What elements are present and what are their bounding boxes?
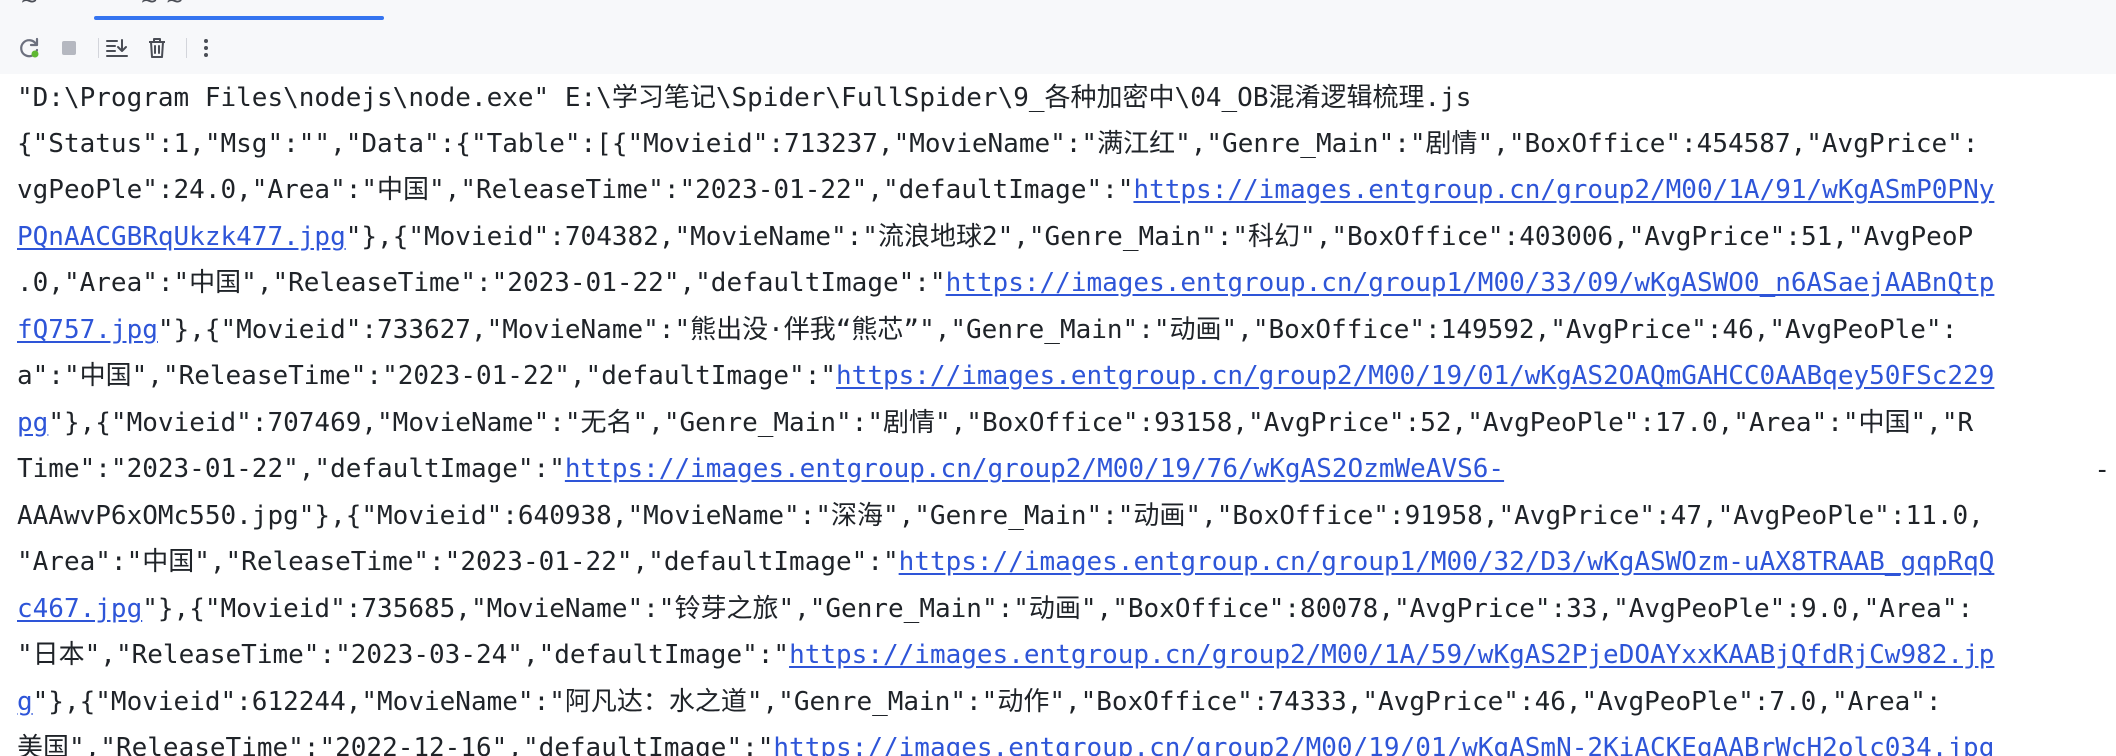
console-line: .0,"Area":"中国","ReleaseTime":"2023-01-22… [17, 268, 1995, 298]
run-toolbar [0, 22, 2116, 74]
rerun-button[interactable] [16, 34, 44, 62]
toolbar-separator [186, 38, 187, 58]
more-vertical-icon [204, 39, 208, 57]
console-link[interactable]: fQ757.jpg [17, 315, 158, 345]
stop-icon [62, 41, 76, 55]
tab-strip: ~ ~ ~ [0, 0, 2116, 22]
rerun-icon [20, 37, 39, 58]
active-tab-indicator [94, 16, 384, 20]
toolbar-separator [98, 38, 99, 58]
console-line: g"},{"Movieid":612244,"MovieName":"阿凡达：水… [17, 687, 1942, 717]
console-link[interactable]: https://images.entgroup.cn/group1/M00/32… [899, 547, 1995, 577]
scroll-to-end-icon [106, 39, 128, 57]
console-line: Time":"2023-01-22","defaultImage":"https… [17, 454, 1505, 484]
console-line: "D:\Program Files\nodejs\node.exe" E:\学习… [17, 83, 1472, 113]
console-line: PQnAACGBRqUkzk477.jpg"},{"Movieid":70438… [17, 222, 1974, 252]
console-line: {"Status":1,"Msg":"","Data":{"Table":[{"… [17, 129, 1979, 159]
console-link[interactable]: https://images.entgroup.cn/group2/M00/1A… [1133, 175, 1994, 205]
console-link[interactable]: https://images.entgroup.cn/group2/M00/1A… [789, 640, 1994, 670]
console-link[interactable]: PQnAACGBRqUkzk477.jpg [17, 222, 346, 252]
console-link[interactable]: https://images.entgroup.cn/group2/M00/19… [836, 361, 1994, 391]
console-line: vgPeoPle":24.0,"Area":"中国","ReleaseTime"… [17, 175, 1995, 205]
more-button[interactable] [192, 34, 220, 62]
console-link[interactable]: c467.jpg [17, 594, 142, 624]
stop-button[interactable] [55, 34, 83, 62]
console-link[interactable]: g [17, 687, 33, 717]
console-line: pg"},{"Movieid":707469,"MovieName":"无名",… [17, 408, 1974, 438]
console-link[interactable]: https://images.entgroup.cn/group1/M00/33… [946, 268, 1995, 298]
soft-wrap-marker: - [2094, 455, 2110, 485]
scroll-to-end-button[interactable] [104, 34, 132, 62]
console-line: a":"中国","ReleaseTime":"2023-01-22","defa… [17, 361, 1995, 391]
tab-fragment-left: ~ [20, 0, 39, 14]
console-link[interactable]: https://images.entgroup.cn/group2/M00/19… [565, 454, 1504, 484]
console-link[interactable]: https://images.entgroup.cn/group2/M00/19… [773, 733, 1994, 756]
tab-fragment-run[interactable]: ~ ~ [140, 0, 184, 14]
clear-all-button[interactable] [143, 34, 171, 62]
console-line: "Area":"中国","ReleaseTime":"2023-01-22","… [17, 547, 1995, 577]
console-line: "日本","ReleaseTime":"2023-03-24","default… [17, 640, 1995, 670]
console-line: c467.jpg"},{"Movieid":735685,"MovieName"… [17, 594, 1974, 624]
console-link[interactable]: pg [17, 408, 48, 438]
trash-icon [149, 38, 165, 58]
console-output[interactable]: "D:\Program Files\nodejs\node.exe" E:\学习… [0, 74, 2116, 756]
console-line: AAAwvP6xOMc550.jpg"},{"Movieid":640938,"… [17, 501, 1984, 531]
console-line: fQ757.jpg"},{"Movieid":733627,"MovieName… [17, 315, 1958, 345]
console-line: 美国","ReleaseTime":"2022-12-16","defaultI… [17, 725, 1994, 756]
